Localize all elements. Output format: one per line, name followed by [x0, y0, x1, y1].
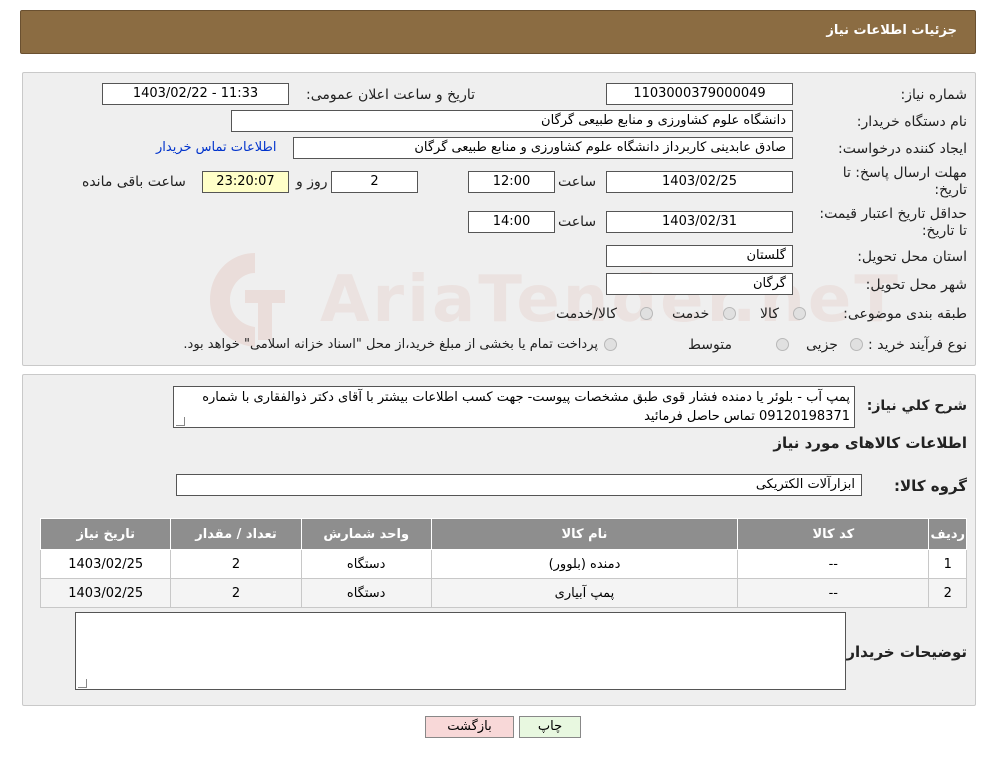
days-left-field[interactable]: 2	[331, 171, 418, 193]
reply-deadline-label: مهلت ارسال پاسخ: تا تاریخ:	[842, 165, 967, 198]
page-header: جزئیات اطلاعات نیاز	[20, 10, 976, 54]
need-number-field[interactable]: 1103000379000049	[606, 83, 793, 105]
table-row[interactable]: 1 -- دمنده (بلوور) دستگاه 2 1403/02/25	[39, 549, 967, 579]
time-remaining-label: ساعت باقی مانده	[82, 174, 186, 190]
delivery-province-label: استان محل تحویل:	[857, 249, 967, 265]
cell-date: 1403/02/25	[39, 578, 172, 608]
col-name: نام کالا	[430, 518, 739, 550]
category-option-goods: کالا	[760, 306, 779, 322]
reply-time-label: ساعت	[558, 174, 597, 190]
buyer-notes-resize-handle[interactable]	[78, 679, 87, 688]
col-row: ردیف	[928, 518, 967, 550]
cell-unit: دستگاه	[300, 578, 432, 608]
cell-name: پمپ آبیاری	[430, 578, 739, 608]
buyer-contact-link[interactable]: اطلاعات تماس خریدار	[156, 140, 276, 155]
col-date: تاریخ نیاز	[39, 518, 172, 550]
process-option-minor: جزیی	[806, 337, 838, 353]
need-number-label: شماره نیاز:	[900, 87, 968, 103]
province-field[interactable]: گلستان	[606, 245, 793, 267]
print-button[interactable]: چاپ	[519, 716, 581, 738]
requester-field[interactable]: صادق عابدینی کاربرداز دانشگاه علوم کشاور…	[293, 137, 793, 159]
city-field[interactable]: گرگان	[606, 273, 793, 295]
category-label: طبقه بندی موضوعی:	[843, 306, 967, 322]
page-title: جزئیات اطلاعات نیاز	[826, 23, 957, 38]
col-qty: تعداد / مقدار	[170, 518, 302, 550]
process-type-label: نوع فرآیند خرید :	[868, 337, 967, 353]
description-label: شرح کلي نياز:	[866, 398, 967, 414]
items-table: ردیف کد کالا نام کالا واحد شمارش تعداد /…	[39, 518, 967, 608]
items-section-title: اطلاعات کالاهای مورد نیاز	[773, 434, 967, 452]
cell-qty: 2	[170, 549, 302, 579]
col-unit: واحد شمارش	[300, 518, 432, 550]
back-button[interactable]: بازگشت	[425, 716, 514, 738]
price-date-field[interactable]: 1403/02/31	[606, 211, 793, 233]
category-radio-service[interactable]	[723, 307, 736, 320]
description-text: پمپ آب - بلوئر یا دمنده فشار قوی طبق مشخ…	[202, 390, 850, 424]
buyer-notes-label: توضیحات خریدار:	[840, 643, 967, 661]
process-radio-medium[interactable]	[776, 338, 789, 351]
cell-code: --	[737, 549, 930, 579]
cell-code: --	[737, 578, 930, 608]
category-option-service: خدمت	[672, 306, 710, 322]
goods-group-label: گروه کالا:	[894, 477, 967, 495]
cell-date: 1403/02/25	[39, 549, 172, 579]
time-left-field: 23:20:07	[202, 171, 289, 193]
price-validity-label: حداقل تاریخ اعتبار قیمت: تا تاریخ:	[819, 206, 967, 239]
cell-name: دمنده (بلوور)	[430, 549, 739, 579]
cell-qty: 2	[170, 578, 302, 608]
category-option-both: کالا/خدمت	[556, 306, 617, 322]
description-textarea[interactable]: پمپ آب - بلوئر یا دمنده فشار قوی طبق مشخ…	[173, 386, 855, 428]
cell-unit: دستگاه	[300, 549, 432, 579]
cell-row: 2	[928, 578, 967, 608]
requester-label: ایجاد کننده درخواست:	[838, 141, 967, 157]
reply-date-field[interactable]: 1403/02/25	[606, 171, 793, 193]
table-row[interactable]: 2 -- پمپ آبیاری دستگاه 2 1403/02/25	[39, 578, 967, 608]
announce-datetime-field[interactable]: 1403/02/22 - 11:33	[102, 83, 289, 105]
process-option-medium: متوسط	[688, 337, 732, 353]
category-radio-both[interactable]	[640, 307, 653, 320]
goods-group-field[interactable]: ابزارآلات الکتریکی	[176, 474, 862, 496]
cell-row: 1	[928, 549, 967, 579]
price-time-field[interactable]: 14:00	[468, 211, 555, 233]
announce-datetime-label: تاریخ و ساعت اعلان عمومی:	[306, 87, 475, 103]
reply-time-field[interactable]: 12:00	[468, 171, 555, 193]
items-table-header: ردیف کد کالا نام کالا واحد شمارش تعداد /…	[39, 518, 967, 550]
col-code: کد کالا	[737, 518, 930, 550]
days-and-label: روز و	[296, 174, 328, 190]
buyer-org-label: نام دستگاه خریدار:	[856, 114, 967, 130]
category-radio-goods[interactable]	[793, 307, 806, 320]
delivery-city-label: شهر محل تحویل:	[865, 277, 967, 293]
process-treasury-note: پرداخت تمام یا بخشی از مبلغ خرید،از محل …	[183, 337, 598, 352]
process-radio-treasury[interactable]	[604, 338, 617, 351]
buyer-org-field[interactable]: دانشگاه علوم کشاورزی و منابع طبیعی گرگان	[231, 110, 793, 132]
price-time-label: ساعت	[558, 214, 597, 230]
description-resize-handle[interactable]	[176, 417, 185, 426]
process-radio-minor[interactable]	[850, 338, 863, 351]
buyer-notes-textarea[interactable]	[75, 612, 846, 690]
